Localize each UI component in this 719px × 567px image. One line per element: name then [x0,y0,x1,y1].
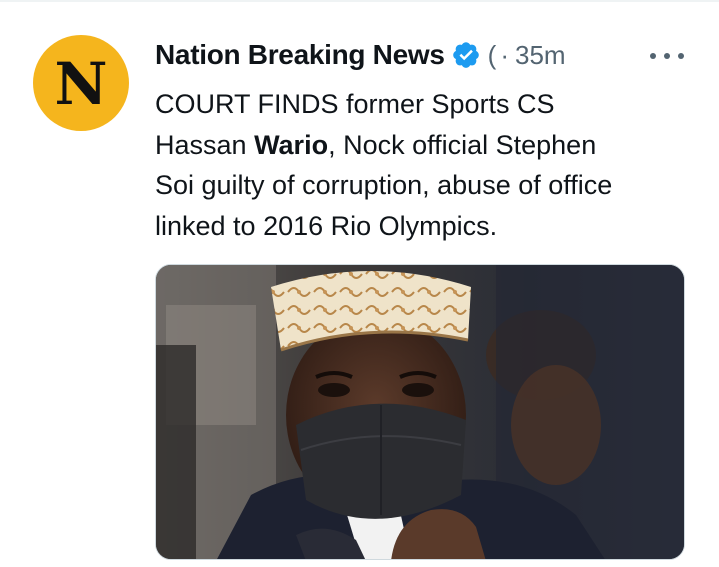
tweet-text-bold-name: Wario [254,129,329,160]
tweet-photo[interactable] [155,264,685,560]
separator-dot: · [500,39,509,70]
tweet-text-line: Soi guilty of corruption, abuse of offic… [155,170,613,200]
tweet-text-line: COURT FINDS former Sports CS [155,89,555,119]
author-name[interactable]: Nation Breaking News [155,39,445,71]
more-dot [664,53,670,59]
avatar[interactable]: N [33,35,129,131]
tweet-text-segment: Hassan [155,129,255,160]
avatar-logo-letter: N [54,50,108,118]
timestamp[interactable]: 35m [515,40,566,71]
more-dot [678,53,684,59]
more-dot [650,53,656,59]
top-divider [0,0,719,2]
verified-badge-icon[interactable] [451,40,481,70]
photo-illustration [156,265,684,559]
author-handle-truncated[interactable]: ( [488,40,497,71]
tweet-text: COURT FINDS former Sports CS Hassan Wario… [155,84,695,246]
tweet-text-line: linked to 2016 Rio Olympics. [155,210,498,241]
more-options-icon[interactable] [650,46,684,66]
tweet-header: Nation Breaking News ( · 35m [155,38,566,72]
tweet-text-segment: , Nock official Stephen [328,129,597,160]
